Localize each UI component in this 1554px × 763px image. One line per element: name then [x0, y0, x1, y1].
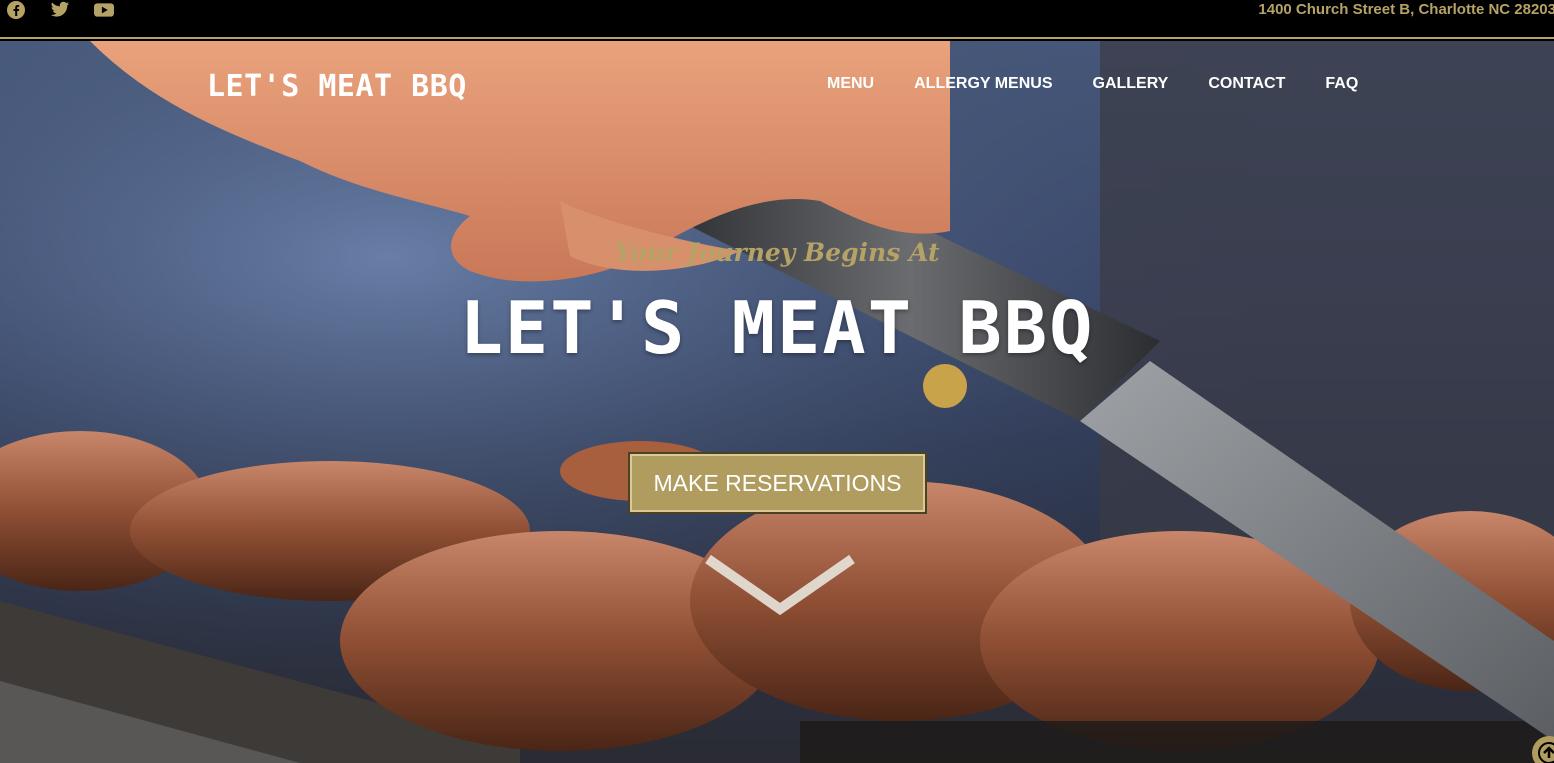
- scroll-down-chevron-icon[interactable]: [700, 551, 860, 621]
- facebook-icon[interactable]: [6, 0, 26, 20]
- nav-item-menu[interactable]: MENU: [827, 75, 874, 93]
- hero-tagline: Your Journey Begins At: [614, 238, 940, 267]
- nav-item-allergy-menus[interactable]: ALLERGY MENUS: [914, 75, 1052, 93]
- hero-section: LET'S MEAT BBQ MENU ALLERGY MENUS GALLER…: [0, 41, 1554, 763]
- twitter-icon[interactable]: [50, 0, 70, 20]
- nav-item-contact[interactable]: CONTACT: [1208, 75, 1285, 93]
- nav-item-gallery[interactable]: GALLERY: [1093, 75, 1169, 93]
- top-bar: 1400 Church Street B, Charlotte NC 28203: [0, 0, 1554, 39]
- address-text: 1400 Church Street B, Charlotte NC 28203: [1258, 1, 1554, 18]
- youtube-icon[interactable]: [94, 0, 114, 20]
- hero-headline: LET'S MEAT BBQ: [459, 286, 1095, 370]
- social-links: [6, 0, 114, 20]
- main-nav: MENU ALLERGY MENUS GALLERY CONTACT FAQ: [827, 75, 1398, 93]
- site-logo[interactable]: LET'S MEAT BBQ: [207, 69, 467, 104]
- make-reservations-button[interactable]: MAKE RESERVATIONS: [630, 454, 925, 512]
- arrow-up-icon: [1538, 742, 1554, 763]
- grilling-background-image: [0, 41, 1554, 763]
- nav-item-faq[interactable]: FAQ: [1325, 75, 1358, 93]
